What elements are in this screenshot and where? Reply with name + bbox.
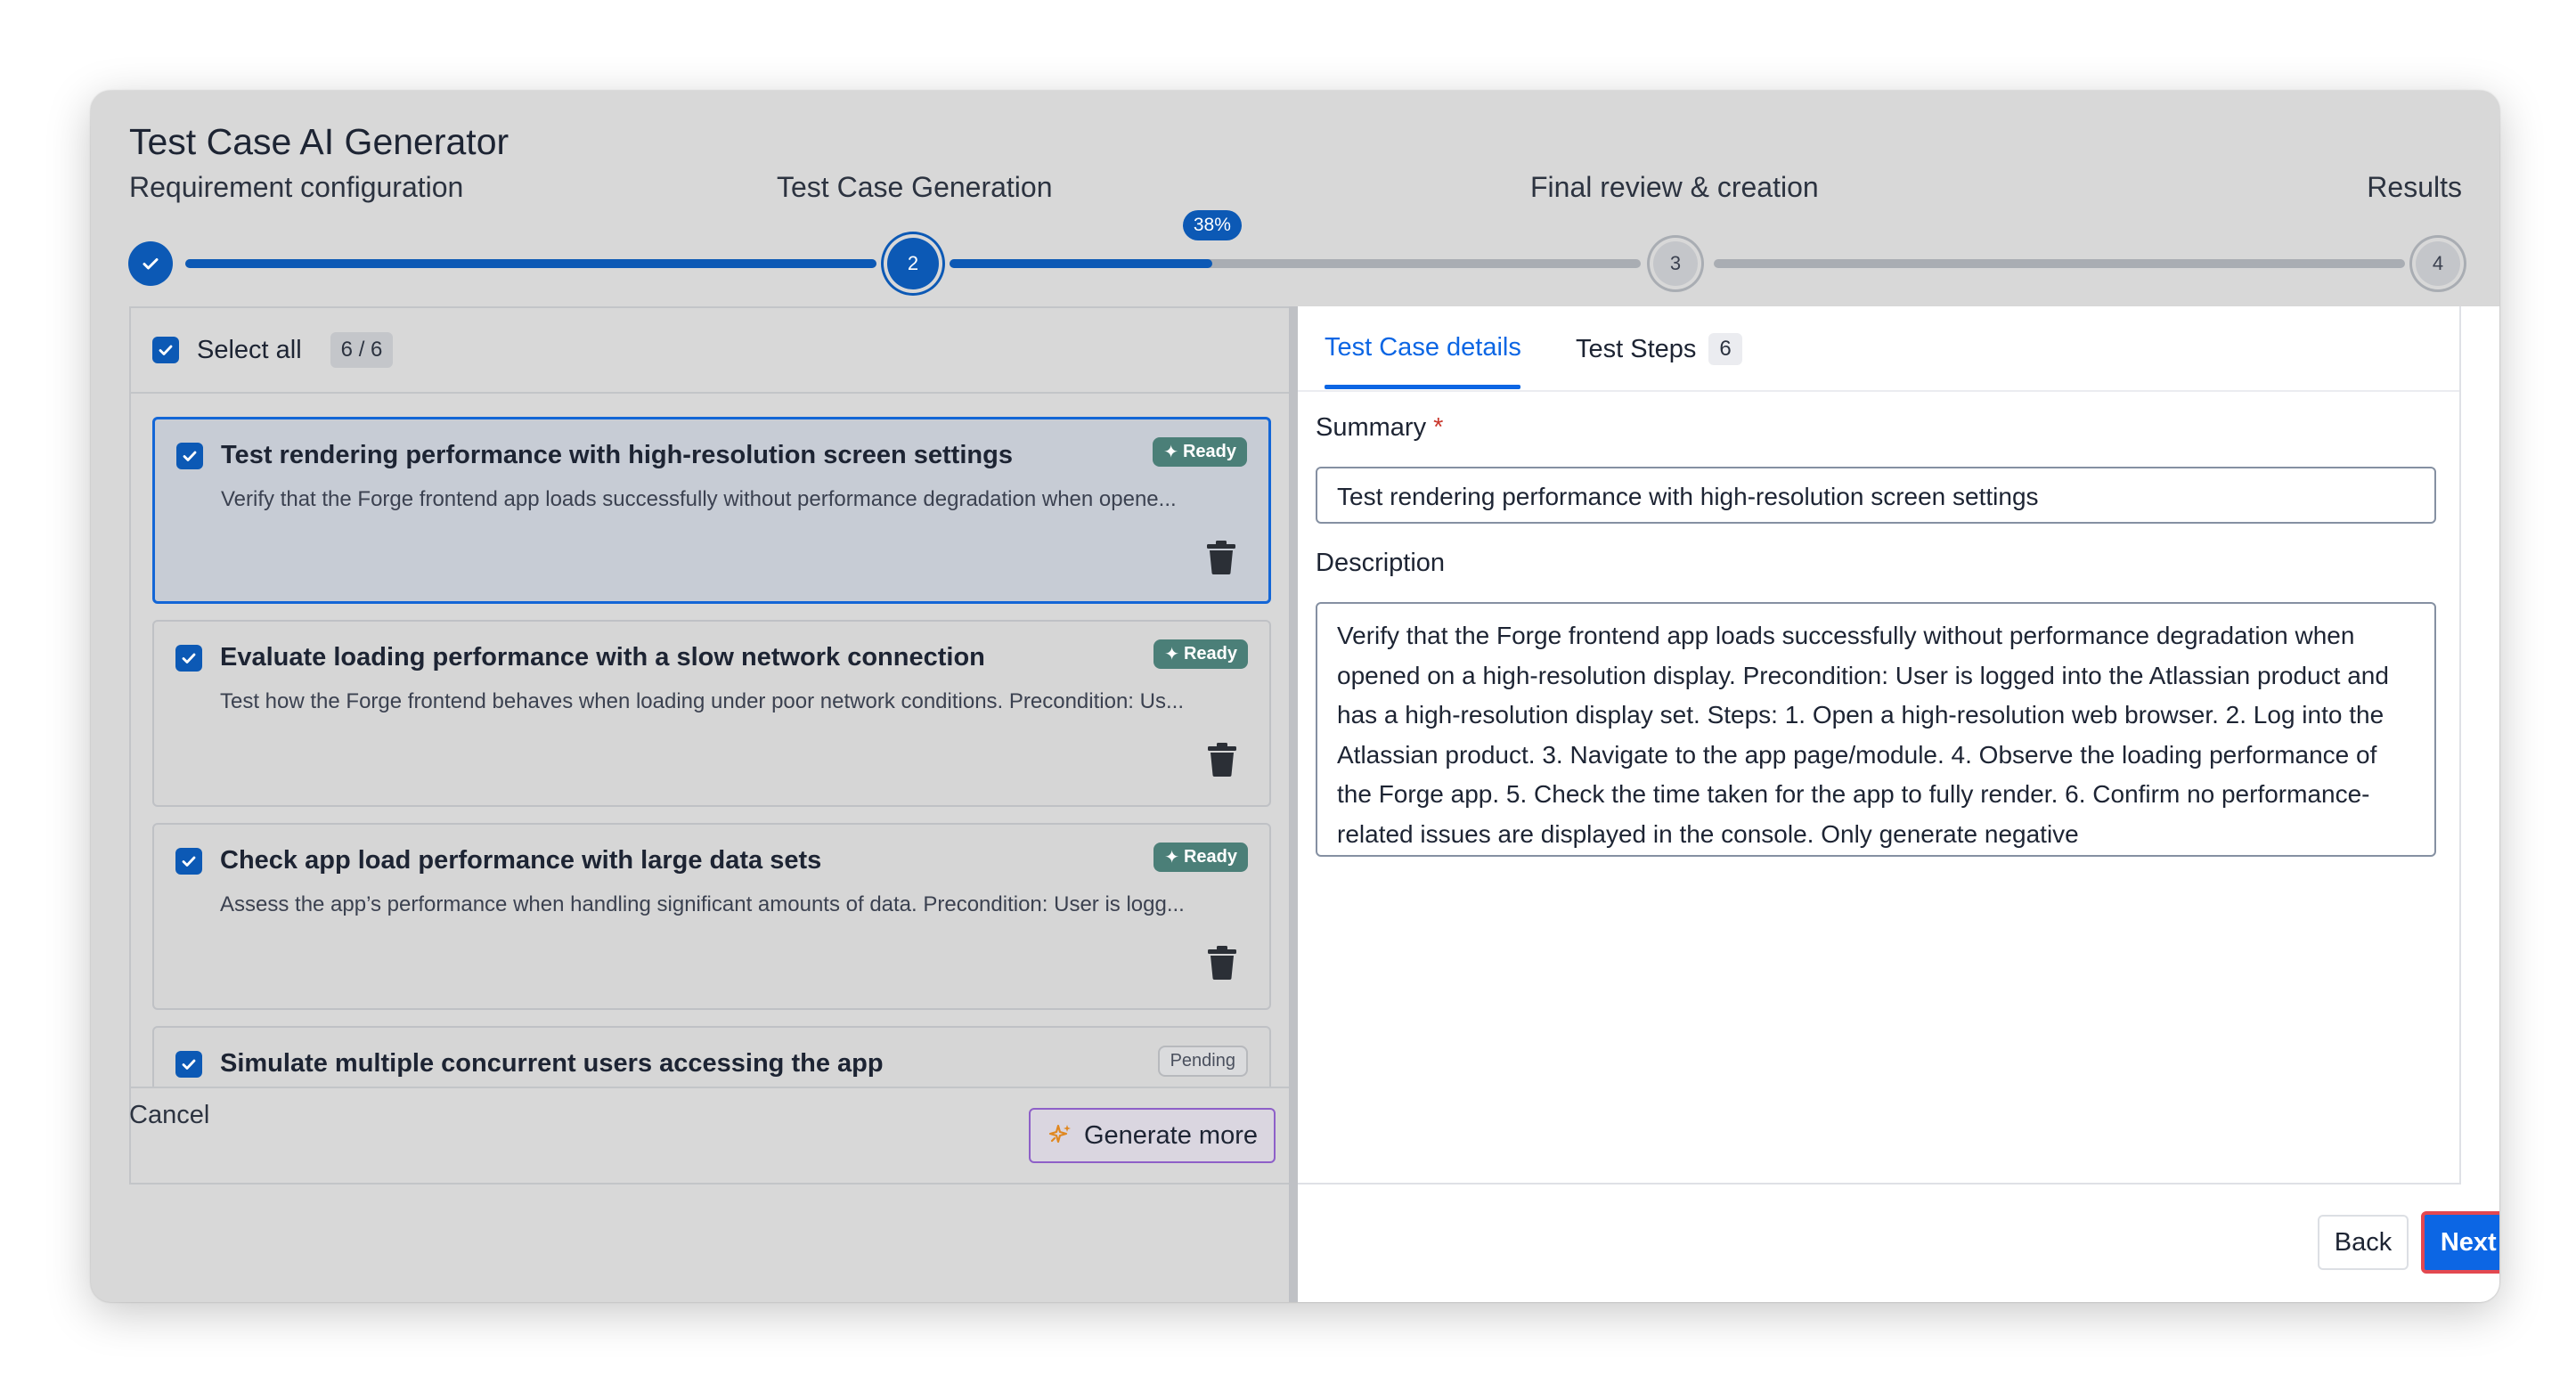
tab-test-steps[interactable]: Test Steps 6 xyxy=(1576,333,1742,365)
trash-icon[interactable] xyxy=(1207,743,1237,777)
cancel-button[interactable]: Cancel xyxy=(129,1101,209,1130)
sparkle-icon: ✦ xyxy=(1164,848,1179,867)
test-case-card[interactable]: Evaluate loading performance with a slow… xyxy=(152,620,1271,807)
test-case-description: Assess the app’s performance when handli… xyxy=(220,892,1185,916)
selected-count-badge: 6 / 6 xyxy=(330,332,394,368)
check-icon xyxy=(182,856,196,867)
sparkle-icon: ✦ xyxy=(1164,645,1179,664)
next-button[interactable]: Next (6) xyxy=(2421,1211,2499,1274)
list-header: Select all 6 / 6 xyxy=(131,308,1297,394)
test-case-checkbox[interactable] xyxy=(175,645,202,672)
status-badge: ✦ Ready xyxy=(1153,639,1248,669)
test-case-list[interactable]: Test rendering performance with high-res… xyxy=(131,394,1297,1088)
test-case-card[interactable]: Test rendering performance with high-res… xyxy=(152,417,1271,604)
generation-progress-fill xyxy=(950,259,1212,268)
generate-more-button[interactable]: Generate more xyxy=(1028,1108,1276,1163)
test-case-checkbox[interactable] xyxy=(176,443,203,469)
test-case-description: Test how the Forge frontend behaves when… xyxy=(220,689,1184,713)
check-icon xyxy=(182,653,196,664)
description-field[interactable]: Verify that the Forge frontend app loads… xyxy=(1316,602,2436,857)
step-label-generation[interactable]: Test Case Generation xyxy=(777,171,1053,204)
test-steps-count: 6 xyxy=(1708,333,1742,365)
test-case-checkbox[interactable] xyxy=(175,848,202,875)
test-case-title: Test rendering performance with high-res… xyxy=(221,441,1013,469)
panel-divider xyxy=(1289,306,1298,1302)
status-badge: ✦ Ready xyxy=(1153,843,1248,872)
test-case-list-panel: Select all 6 / 6 Test rendering performa… xyxy=(129,306,1297,1185)
detail-tabs: Test Case details Test Steps 6 xyxy=(1298,306,2459,392)
status-badge: ✦ Ready xyxy=(1153,437,1247,467)
status-badge-label: Ready xyxy=(1183,644,1237,664)
progress-percent-badge: 38% xyxy=(1182,210,1242,240)
test-case-description: Verify that the Forge frontend app loads… xyxy=(221,487,1177,511)
tab-test-case-details[interactable]: Test Case details xyxy=(1325,333,1521,362)
summary-label: Summary * xyxy=(1316,413,1443,443)
step-label-review[interactable]: Final review & creation xyxy=(1530,171,1819,204)
test-case-card[interactable]: Simulate multiple concurrent users acces… xyxy=(152,1026,1271,1088)
active-tab-indicator xyxy=(1325,385,1520,389)
description-label: Description xyxy=(1316,549,1446,577)
summary-field[interactable]: Test rendering performance with high-res… xyxy=(1316,467,2436,524)
trash-icon[interactable] xyxy=(1207,946,1237,980)
select-all-checkbox[interactable] xyxy=(152,337,179,363)
status-badge-label: Ready xyxy=(1183,847,1237,867)
step-2-current[interactable]: 2 xyxy=(887,238,939,289)
list-footer: Generate more xyxy=(131,1087,1297,1183)
status-badge-label: Ready xyxy=(1182,442,1236,461)
test-case-title: Check app load performance with large da… xyxy=(220,846,822,875)
tab-test-steps-label: Test Steps xyxy=(1576,334,1697,363)
test-case-title: Evaluate loading performance with a slow… xyxy=(220,643,985,672)
trash-icon[interactable] xyxy=(1206,541,1236,574)
check-icon xyxy=(143,258,159,270)
sparkle-icon: ✦ xyxy=(1163,443,1178,462)
check-icon xyxy=(159,345,173,355)
back-button[interactable]: Back xyxy=(2318,1215,2409,1270)
summary-label-text: Summary xyxy=(1316,413,1427,442)
step-track-3 xyxy=(1714,259,2405,268)
sparkle-icon xyxy=(1048,1124,1071,1144)
required-indicator: * xyxy=(1433,413,1444,442)
step-4[interactable]: 4 xyxy=(2416,241,2460,286)
step-track-2 xyxy=(950,259,1641,268)
select-all-label[interactable]: Select all xyxy=(197,336,302,365)
step-label-results[interactable]: Results xyxy=(2367,171,2462,204)
test-case-title: Simulate multiple concurrent users acces… xyxy=(220,1049,884,1078)
status-badge-label: Pending xyxy=(1170,1051,1235,1071)
step-track-1 xyxy=(185,259,876,268)
dialog-title: Test Case AI Generator xyxy=(129,121,509,162)
test-case-checkbox[interactable] xyxy=(175,1051,202,1078)
check-icon xyxy=(182,1059,196,1070)
check-icon xyxy=(183,451,197,461)
generate-more-label: Generate more xyxy=(1083,1120,1258,1150)
detail-content: Test Case details Test Steps 6 Summary *… xyxy=(1298,306,2461,1185)
status-badge: Pending xyxy=(1157,1046,1248,1077)
step-label-requirement[interactable]: Requirement configuration xyxy=(129,171,463,204)
step-1-complete[interactable] xyxy=(128,241,173,286)
test-case-card[interactable]: Check app load performance with large da… xyxy=(152,823,1271,1010)
step-3[interactable]: 3 xyxy=(1653,241,1698,286)
test-case-detail-panel: Test Case details Test Steps 6 Summary *… xyxy=(1298,306,2499,1302)
test-case-generator-dialog: Test Case AI Generator Requirement confi… xyxy=(91,91,2499,1302)
